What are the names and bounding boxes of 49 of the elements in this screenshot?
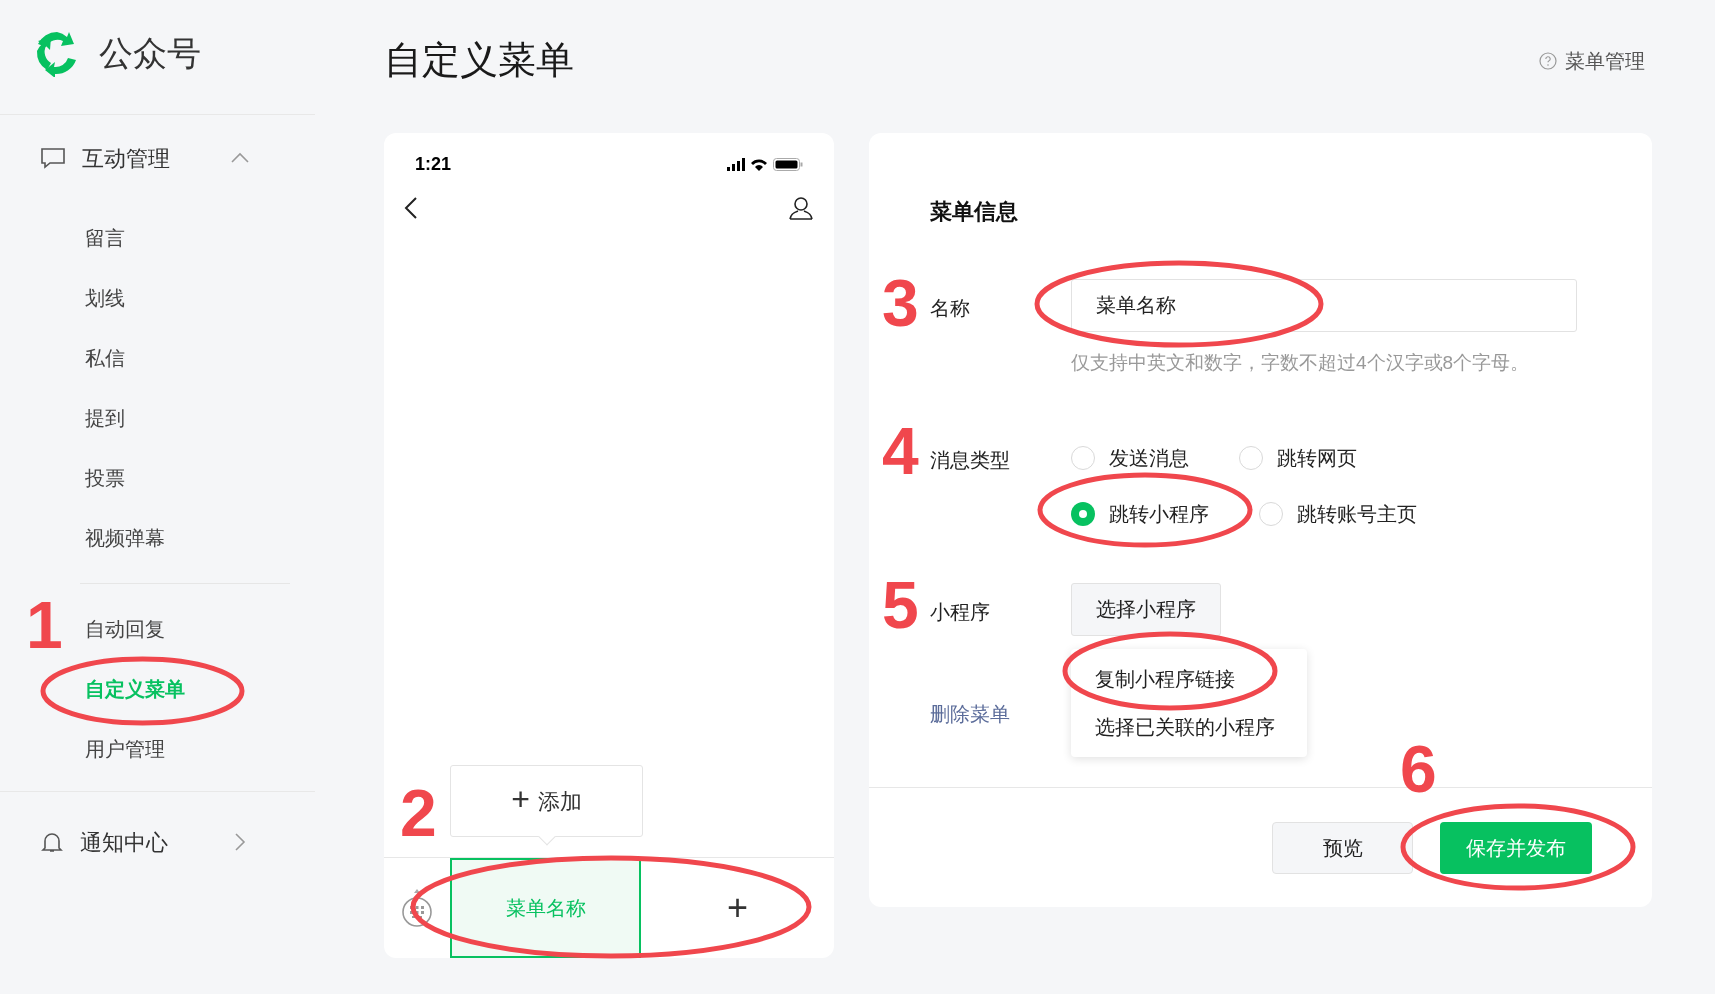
- radio-label[interactable]: 跳转网页: [1277, 442, 1357, 473]
- bell-icon: [40, 830, 64, 854]
- annotation-number: 4: [882, 420, 919, 482]
- status-time: 1:21: [415, 153, 452, 176]
- delete-menu-link[interactable]: 删除菜单: [930, 698, 1071, 729]
- dropdown-item[interactable]: 选择已关联的小程序: [1071, 702, 1307, 751]
- back-icon[interactable]: [404, 196, 418, 220]
- dropdown-item[interactable]: 复制小程序链接: [1071, 654, 1307, 703]
- annotation-number: 1: [26, 594, 63, 656]
- radio-button[interactable]: [1259, 501, 1283, 526]
- field-label: 名称: [930, 296, 971, 321]
- field-hint: 仅支持中英文和数字，字数不超过4个汉字或8个字母。: [1071, 351, 1531, 375]
- sidebar-group[interactable]: 互动管理: [82, 141, 170, 175]
- help-link[interactable]: 菜单管理: [1565, 46, 1645, 76]
- page-title: 自定义菜单: [384, 37, 574, 84]
- radio-button[interactable]: [1071, 501, 1095, 526]
- radio-button[interactable]: [1239, 445, 1263, 470]
- annotation-number: 6: [1400, 738, 1437, 800]
- sidebar-item[interactable]: 提到: [85, 388, 125, 448]
- keyboard-icon[interactable]: [400, 887, 434, 929]
- brand-name: 公众号: [99, 31, 201, 75]
- field-label: 消息类型: [930, 447, 1011, 473]
- radio-label[interactable]: 跳转账号主页: [1297, 498, 1417, 529]
- preview-button[interactable]: 预览: [1272, 821, 1413, 874]
- radio-label[interactable]: 跳转小程序: [1109, 498, 1209, 529]
- person-icon[interactable]: [788, 195, 814, 221]
- sidebar-item[interactable]: 划线: [85, 268, 125, 328]
- wifi-icon: [751, 158, 767, 171]
- field-label: 小程序: [930, 599, 991, 625]
- sidebar-item[interactable]: 视频弹幕: [85, 508, 165, 568]
- sidebar-item[interactable]: 用户管理: [85, 719, 165, 779]
- sidebar-item[interactable]: 自动回复: [85, 599, 165, 659]
- sidebar-group[interactable]: 通知中心: [80, 825, 168, 859]
- name-input-field[interactable]: 菜单名称: [1071, 279, 1577, 332]
- battery-icon: [773, 158, 803, 171]
- select-miniprogram-button[interactable]: 选择小程序: [1071, 582, 1221, 636]
- signal-icon: [727, 158, 745, 171]
- radio-button[interactable]: [1071, 445, 1095, 470]
- sidebar-item[interactable]: 投票: [85, 448, 125, 508]
- annotation-number: 3: [882, 272, 919, 334]
- help-icon[interactable]: [1539, 52, 1557, 70]
- chat-icon: [40, 147, 66, 169]
- sidebar-item[interactable]: 留言: [85, 208, 125, 268]
- radio-label[interactable]: 发送消息: [1109, 442, 1189, 473]
- annotation-number: 5: [882, 574, 919, 636]
- sidebar-item[interactable]: 私信: [85, 328, 125, 388]
- section-title: 菜单信息: [930, 198, 1019, 226]
- add-menu-button[interactable]: +: [641, 858, 834, 958]
- annotation-number: 2: [400, 782, 437, 844]
